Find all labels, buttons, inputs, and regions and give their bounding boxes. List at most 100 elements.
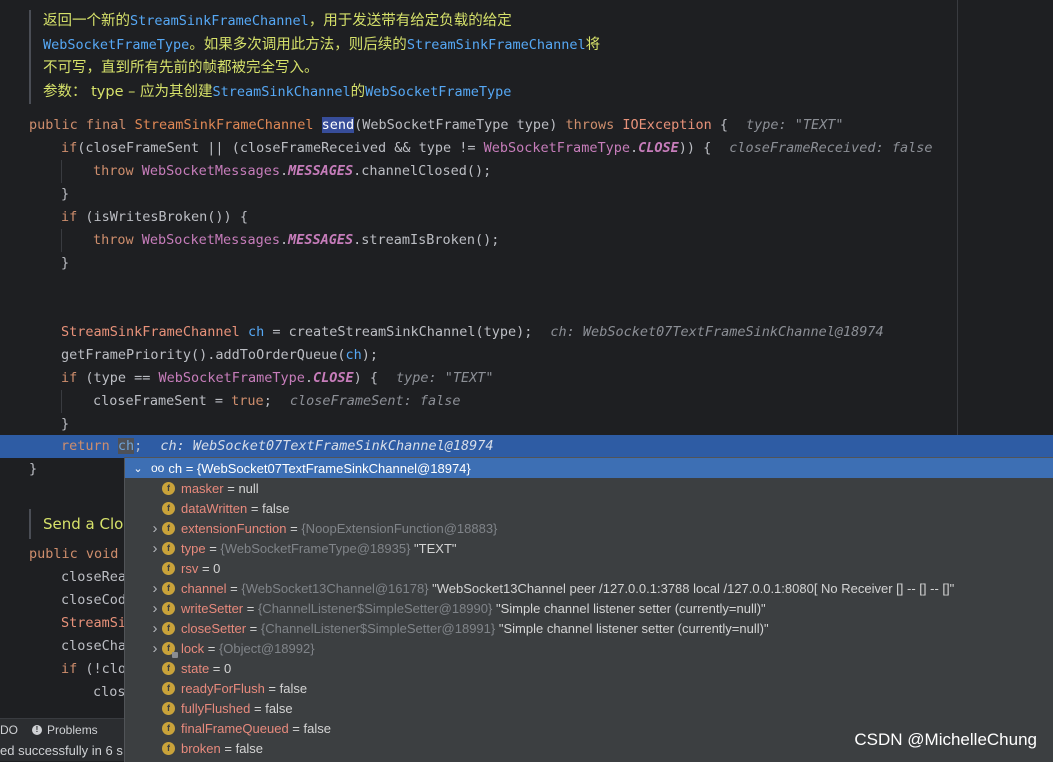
field-name: fullyFlushed xyxy=(181,700,251,716)
code-line[interactable]: } xyxy=(61,252,69,275)
method-name[interactable]: send xyxy=(321,117,355,133)
popup-field-row[interactable]: f masker = null xyxy=(125,478,1053,498)
doc-code-link[interactable]: StreamSinkFrameChannel xyxy=(407,37,586,53)
field-value: 0 xyxy=(224,660,232,676)
equals-sign: = xyxy=(288,720,304,736)
brace: } xyxy=(61,416,70,432)
chevron-down-icon[interactable]: ⌄ xyxy=(131,462,145,475)
code-text: . xyxy=(629,140,639,156)
chevron-right-icon[interactable]: › xyxy=(148,580,162,597)
watch-glasses-icon: oo xyxy=(151,461,165,475)
code-line[interactable]: if (!clo xyxy=(61,658,126,681)
code-line[interactable]: public void xyxy=(29,543,118,566)
popup-field-row[interactable]: f readyForFlush = false xyxy=(125,678,1053,698)
popup-root-row[interactable]: ⌄ oo ch = {WebSocket07TextFrameSinkChann… xyxy=(125,458,1053,478)
field-icon: f xyxy=(162,641,178,658)
field-icon: f xyxy=(162,721,175,735)
code-text: . xyxy=(304,370,313,386)
field-name: dataWritten xyxy=(181,500,248,516)
code-text: ) { xyxy=(353,370,379,386)
type-name: StreamSinkFrameChannel xyxy=(134,117,322,133)
code-line[interactable]: StreamSi xyxy=(61,612,126,635)
inline-value-hint: type: "TEXT" xyxy=(396,370,494,386)
popup-field-row[interactable]: › f writeSetter = {ChannelListener$SimpleS… xyxy=(125,598,1053,618)
debug-value-popup[interactable]: ⌄ oo ch = {WebSocket07TextFrameSinkChann… xyxy=(124,457,1053,762)
popup-field-row[interactable]: › f closeSetter = {ChannelListener$SimpleS… xyxy=(125,618,1053,638)
brace: } xyxy=(29,461,38,477)
equals-sign: = xyxy=(264,680,280,696)
equals-sign: = xyxy=(205,540,221,556)
chevron-right-icon[interactable]: › xyxy=(148,640,162,657)
field-name: channel xyxy=(181,580,227,596)
code-line[interactable]: closeCha xyxy=(61,635,126,658)
code-line[interactable]: StreamSinkFrameChannel ch = createStream… xyxy=(61,321,884,344)
chevron-right-icon[interactable]: › xyxy=(148,520,162,537)
chevron-right-icon[interactable]: › xyxy=(148,540,162,557)
popup-field-row[interactable]: f fullyFlushed = false xyxy=(125,698,1053,718)
constant: MESSAGES xyxy=(288,163,354,179)
code-line[interactable]: closeRea xyxy=(61,566,126,589)
keyword: throw xyxy=(93,163,142,179)
doc-text: Send a Clo xyxy=(43,515,124,533)
code-text: ; xyxy=(263,393,272,409)
field-icon: f xyxy=(162,481,175,495)
code-line[interactable]: if(closeFrameSent || (closeFrameReceived… xyxy=(61,137,932,160)
code-line[interactable]: closeCod xyxy=(61,589,126,612)
field-name: finalFrameQueued xyxy=(181,720,289,736)
keyword: if xyxy=(61,140,78,156)
equals-sign: = xyxy=(198,560,214,576)
code-line[interactable]: closeFrameSent = true; closeFrameSent: fa… xyxy=(93,390,461,413)
popup-field-row[interactable]: › f extensionFunction = {NoopExtensionFunc… xyxy=(125,518,1053,538)
equals-sign: = xyxy=(223,480,239,496)
field-value: false xyxy=(235,740,264,756)
code-text: closeCha xyxy=(61,638,127,654)
code-line[interactable]: throw WebSocketMessages.MESSAGES.channel… xyxy=(93,160,491,183)
field-value: false xyxy=(265,700,293,716)
doc-code-link[interactable]: WebSocketFrameType xyxy=(43,37,189,53)
variable-hovered[interactable]: ch xyxy=(117,438,135,454)
field-icon: f xyxy=(162,741,175,755)
equals-sign: = xyxy=(220,740,236,756)
chevron-right-icon[interactable]: › xyxy=(148,600,162,617)
field-ref: {NoopExtensionFunction@18883} xyxy=(301,520,498,536)
field-ref: {ChannelListener$SimpleSetter@18991} xyxy=(260,620,496,636)
popup-field-row[interactable]: › f lock = {Object@18992} xyxy=(125,638,1053,658)
type-name: WebSocketFrameType xyxy=(158,370,305,386)
field-name: broken xyxy=(181,740,221,756)
field-icon: f xyxy=(162,661,175,675)
field-name: type xyxy=(181,540,206,556)
field-name: readyForFlush xyxy=(181,680,265,696)
code-line-current[interactable]: return ch; ch: WebSocket07TextFrameSinkCh… xyxy=(61,435,494,458)
tab-todo[interactable]: DO xyxy=(0,723,18,737)
tab-problems[interactable]: ! Problems xyxy=(32,723,98,737)
keyword: if xyxy=(61,209,86,225)
doc-code-link[interactable]: StreamSinkChannel xyxy=(212,84,350,100)
javadoc-block: Send a Clo xyxy=(29,509,123,539)
code-text: .channelClosed(); xyxy=(353,163,492,179)
code-line[interactable]: } xyxy=(61,183,69,206)
lock-icon xyxy=(172,651,178,658)
popup-field-row[interactable]: f rsv = 0 xyxy=(125,558,1053,578)
variable: ch xyxy=(247,324,265,340)
code-line[interactable]: clos xyxy=(93,681,126,704)
brace: } xyxy=(61,186,70,202)
code-line[interactable]: } xyxy=(29,458,37,481)
keyword: throws xyxy=(565,117,623,133)
popup-field-row[interactable]: › f channel = {WebSocket13Channel@16178} "… xyxy=(125,578,1053,598)
popup-field-row[interactable]: f state = 0 xyxy=(125,658,1053,678)
code-line[interactable]: throw WebSocketMessages.MESSAGES.streamI… xyxy=(93,229,499,252)
code-line[interactable]: public final StreamSinkFrameChannel send… xyxy=(29,114,844,137)
keyword: if xyxy=(61,370,86,386)
code-line[interactable]: } xyxy=(61,413,69,436)
code-line[interactable]: if (isWritesBroken()) { xyxy=(61,206,248,229)
popup-field-row[interactable]: › f type = {WebSocketFrameType@18935} "TEX… xyxy=(125,538,1053,558)
popup-field-row[interactable]: f dataWritten = false xyxy=(125,498,1053,518)
equals-sign: = xyxy=(246,620,261,636)
doc-code-link[interactable]: StreamSinkFrameChannel xyxy=(130,13,309,29)
code-line[interactable]: getFramePriority().addToOrderQueue(ch); xyxy=(61,344,378,367)
code-line[interactable]: if (type == WebSocketFrameType.CLOSE) {t… xyxy=(61,367,494,390)
chevron-right-icon[interactable]: › xyxy=(148,620,162,637)
field-value: "Simple channel listener setter (current… xyxy=(498,620,769,636)
doc-code-link[interactable]: WebSocketFrameType xyxy=(365,84,511,100)
equals-sign: = xyxy=(204,640,219,656)
